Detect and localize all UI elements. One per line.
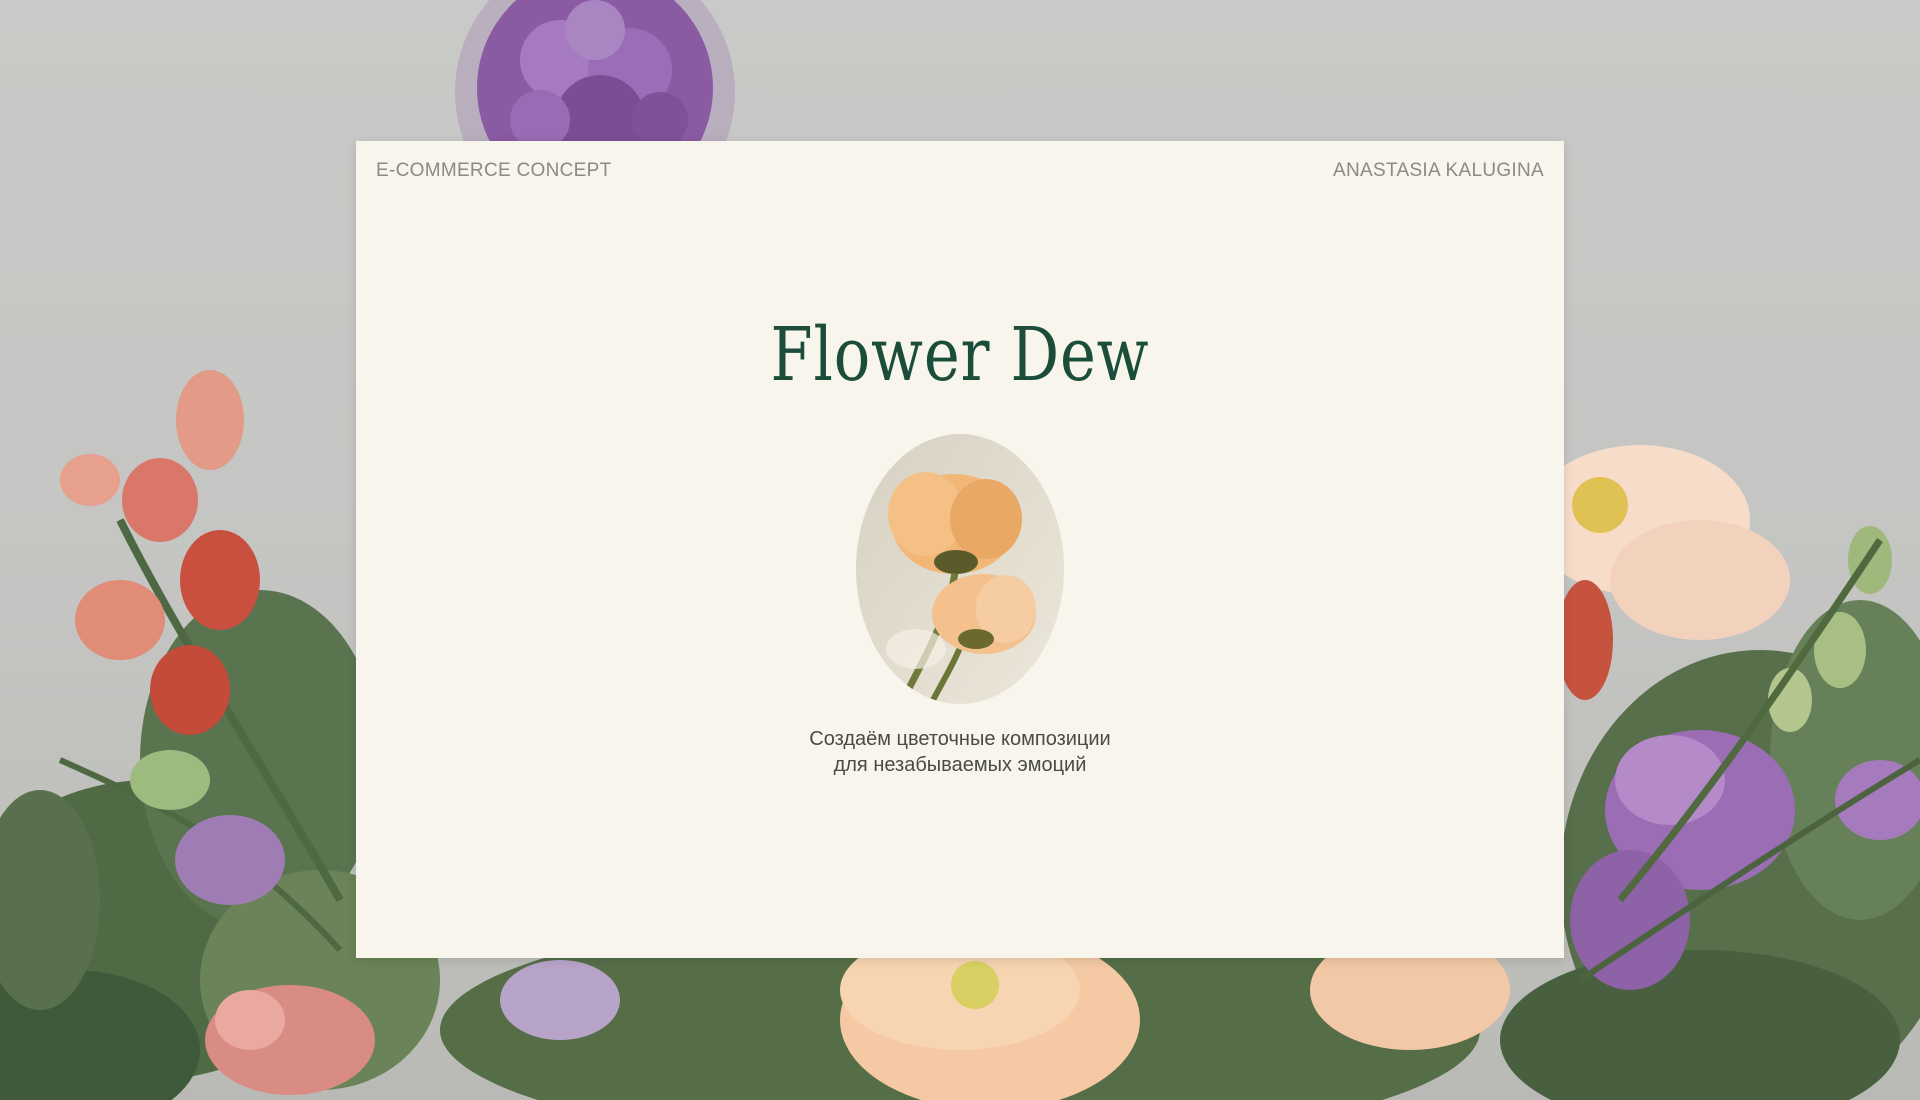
hero-card: E-COMMERCE CONCEPT ANASTASIA KALUGINA Fl… <box>356 141 1564 958</box>
concept-label: E-COMMERCE CONCEPT <box>376 160 612 181</box>
tagline-line-1: Создаём цветочные композиции <box>809 728 1111 750</box>
poppy-flower-icon <box>856 434 1064 704</box>
landing-page: E-COMMERCE CONCEPT ANASTASIA KALUGINA Fl… <box>0 0 1920 1100</box>
tagline: Создаём цветочные композиции для незабыв… <box>356 726 1564 778</box>
tagline-line-2: для незабываемых эмоций <box>833 754 1087 776</box>
author-label: ANASTASIA KALUGINA <box>1333 160 1544 181</box>
poppy-image <box>856 434 1064 704</box>
brand-title: Flower Dew <box>770 312 1150 398</box>
